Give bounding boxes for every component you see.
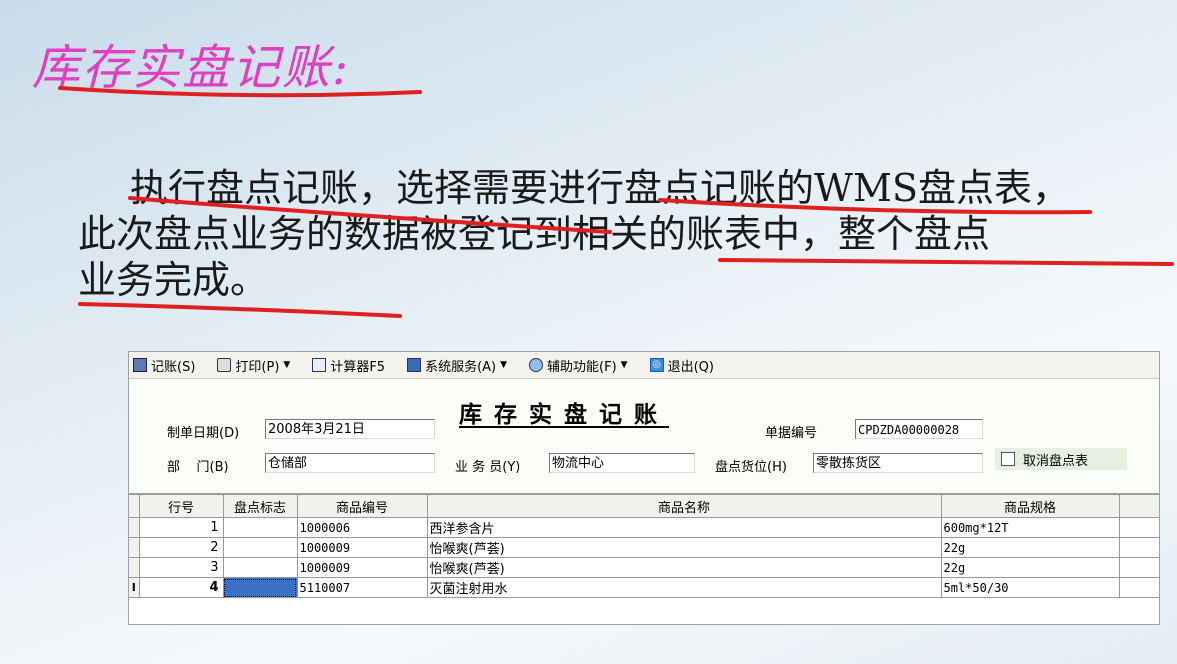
column-header-code[interactable]: 商品编号	[297, 494, 428, 518]
slide-title: 库存实盘记账:	[32, 40, 351, 96]
table-row[interactable]: 2 1000009 怡喉爽(芦荟) 22g	[129, 537, 1159, 558]
cell-flag[interactable]	[223, 517, 298, 538]
column-header-flag[interactable]: 盘点标志	[223, 494, 298, 518]
system-icon	[407, 358, 422, 372]
staff-label: 业 务 员(Y)	[455, 460, 521, 475]
cell-extra[interactable]	[1119, 537, 1159, 558]
item-grid: 行号 盘点标志 商品编号 商品名称 商品规格 1 1000006 西洋参含片 6…	[129, 494, 1159, 598]
cell-code[interactable]: 5110007	[297, 577, 428, 598]
line3-stroke	[78, 302, 402, 318]
cancel-stocktake-label: 取消盘点表	[1023, 453, 1089, 469]
cell-extra[interactable]	[1119, 577, 1159, 598]
cell-name[interactable]: 怡喉爽(芦荟)	[427, 537, 942, 558]
post-button[interactable]: 记账(S)	[133, 356, 195, 375]
checkbox-box[interactable]	[1001, 452, 1015, 466]
date-label: 制单日期(D)	[167, 426, 240, 441]
cell-name[interactable]: 怡喉爽(芦荟)	[427, 557, 942, 578]
row-indicator	[129, 517, 140, 538]
cell-spec[interactable]: 22g	[941, 537, 1120, 558]
calculator-icon	[312, 358, 327, 372]
doc-no-field[interactable]: CPDZDA00000028	[855, 419, 983, 439]
chevron-down-icon[interactable]: ▼	[283, 360, 290, 370]
location-label: 盘点货位(H)	[715, 460, 787, 475]
paragraph-line-2: 此次盘点业务的数据被登记到相关的账表中，整个盘点	[78, 212, 991, 256]
location-field[interactable]: 零散拣货区	[813, 453, 983, 473]
column-header-extra	[1119, 494, 1159, 518]
cell-extra[interactable]	[1119, 557, 1159, 578]
help-icon	[529, 358, 544, 372]
cell-extra[interactable]	[1119, 517, 1159, 538]
cell-code[interactable]: 1000006	[297, 517, 428, 538]
cell-name[interactable]: 灭菌注射用水	[427, 577, 942, 598]
column-header-spec[interactable]: 商品规格	[941, 494, 1120, 518]
calculator-button[interactable]: 计算器F5	[312, 356, 385, 375]
inventory-posting-window: 记账(S) 打印(P) ▼ 计算器F5 系统服务(A) ▼ 辅助功能(F) ▼ …	[128, 351, 1160, 625]
toolbar: 记账(S) 打印(P) ▼ 计算器F5 系统服务(A) ▼ 辅助功能(F) ▼ …	[129, 352, 1159, 379]
exit-icon: ◎	[649, 358, 664, 372]
cell-spec[interactable]: 600mg*12T	[941, 517, 1120, 538]
system-service-button-label: 系统服务(A)	[425, 359, 497, 375]
chevron-down-icon[interactable]: ▼	[500, 360, 507, 370]
doc-no-label: 单据编号	[765, 426, 818, 441]
assist-function-button[interactable]: 辅助功能(F) ▼	[529, 356, 628, 375]
cancel-stocktake-checkbox[interactable]: 取消盘点表	[995, 448, 1127, 470]
chevron-down-icon[interactable]: ▼	[621, 360, 628, 370]
assist-function-button-label: 辅助功能(F)	[547, 359, 617, 375]
row-indicator	[129, 537, 140, 558]
system-service-button[interactable]: 系统服务(A) ▼	[407, 356, 507, 375]
table-row-current[interactable]: I 4 5110007 灭菌注射用水 5ml*50/30	[129, 577, 1159, 598]
cell-flag[interactable]	[223, 537, 298, 558]
cell-row-no[interactable]: 4	[139, 577, 224, 598]
print-button-label: 打印(P)	[235, 359, 280, 375]
print-icon	[217, 358, 232, 372]
cell-spec[interactable]: 22g	[941, 557, 1120, 578]
exit-button[interactable]: ◎ 退出(Q)	[649, 356, 714, 375]
cell-row-no[interactable]: 3	[139, 557, 224, 578]
cell-name[interactable]: 西洋参含片	[427, 517, 942, 538]
post-button-label: 记账(S)	[151, 359, 196, 375]
current-row-indicator: I	[129, 577, 140, 598]
dept-field[interactable]: 仓储部	[265, 453, 435, 473]
table-row[interactable]: 3 1000009 怡喉爽(芦荟) 22g	[129, 557, 1159, 578]
print-button[interactable]: 打印(P) ▼	[217, 356, 290, 375]
cell-spec[interactable]: 5ml*50/30	[941, 577, 1120, 598]
cell-code[interactable]: 1000009	[297, 557, 428, 578]
table-row[interactable]: 1 1000006 西洋参含片 600mg*12T	[129, 517, 1159, 538]
paragraph-line-3: 业务完成。	[78, 258, 269, 302]
cell-row-no[interactable]: 1	[139, 517, 224, 538]
paragraph-line-1: 执行盘点记账，选择需要进行盘点记账的WMS盘点表，	[130, 166, 1071, 210]
save-icon	[133, 358, 147, 372]
row-indicator	[129, 557, 140, 578]
staff-field[interactable]: 物流中心	[549, 453, 695, 473]
calculator-button-label: 计算器F5	[330, 359, 386, 375]
column-header-name[interactable]: 商品名称	[427, 494, 942, 518]
column-header-row-no[interactable]: 行号	[139, 494, 224, 518]
row-indicator-header	[129, 494, 140, 518]
cell-flag-selected[interactable]	[223, 577, 298, 598]
form-title: 库存实盘记账	[459, 402, 669, 428]
cell-row-no[interactable]: 2	[139, 537, 224, 558]
cell-code[interactable]: 1000009	[297, 537, 428, 558]
cell-flag[interactable]	[223, 557, 298, 578]
slide-paragraph: 执行盘点记账，选择需要进行盘点记账的WMS盘点表， 此次盘点业务的数据被登记到相…	[78, 165, 1158, 303]
dept-label: 部 门(B)	[167, 460, 229, 475]
date-field[interactable]: 2008年3月21日	[265, 419, 435, 439]
posting-form: 库存实盘记账 制单日期(D) 2008年3月21日 单据编号 CPDZDA000…	[129, 379, 1159, 494]
exit-button-label: 退出(Q)	[667, 359, 714, 375]
